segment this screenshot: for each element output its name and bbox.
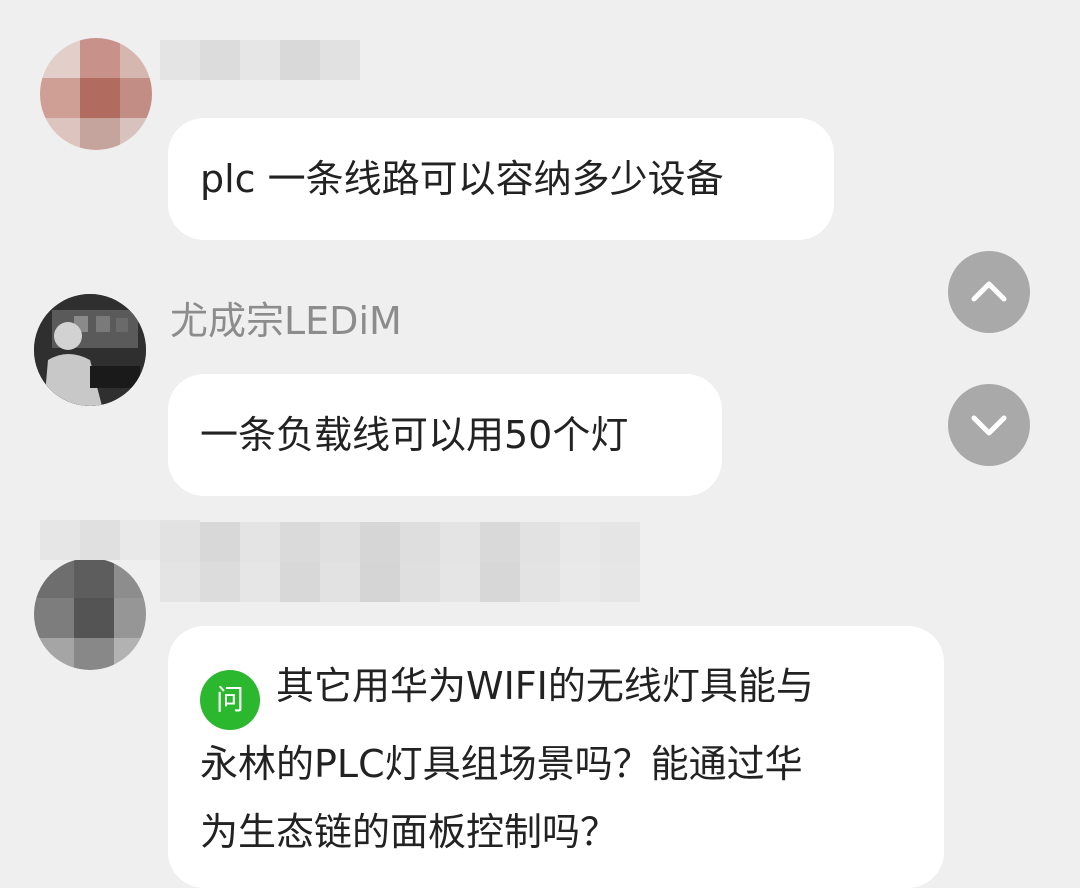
sender-name-obscured (160, 562, 640, 602)
avatar[interactable] (34, 294, 146, 406)
message-line: 永林的PLC灯具组场景吗？能通过华 (200, 742, 803, 786)
avatar-obscured[interactable] (40, 38, 152, 150)
scroll-down-button[interactable] (948, 384, 1030, 466)
message-text: 其它用华为WIFI的无线灯具能与 (276, 664, 814, 708)
avatar-obscured[interactable] (34, 558, 146, 670)
message-text: plc 一条线路可以容纳多少设备 (200, 157, 724, 201)
chevron-up-icon (971, 281, 1007, 302)
question-badge: 问 (200, 670, 260, 730)
sender-name: 尤成宗LEDiM (170, 299, 402, 343)
message-text: 一条负载线可以用50个灯 (200, 413, 629, 457)
sender-name-obscured (160, 522, 640, 562)
scroll-up-button[interactable] (948, 251, 1030, 333)
message-bubble[interactable]: plc 一条线路可以容纳多少设备 (168, 118, 834, 240)
message-bubble[interactable]: 问其它用华为WIFI的无线灯具能与 永林的PLC灯具组场景吗？能通过华 为生态链… (168, 626, 944, 888)
chevron-down-icon (971, 415, 1007, 436)
message-line: 问其它用华为WIFI的无线灯具能与 (200, 652, 912, 730)
sender-name-obscured (160, 40, 360, 80)
message-line: 为生态链的面板控制吗？ (200, 810, 619, 854)
message-bubble[interactable]: 一条负载线可以用50个灯 (168, 374, 722, 496)
